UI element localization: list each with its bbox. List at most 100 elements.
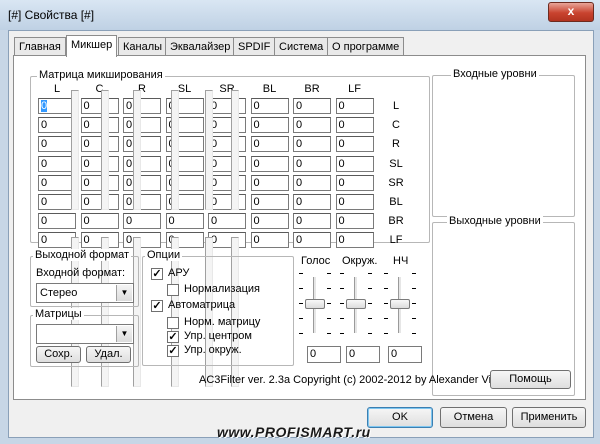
tab-main[interactable]: Главная [14,37,66,56]
matrix-cell-input[interactable]: 0 [250,117,289,134]
matrix-cell-input[interactable]: 0 [38,213,76,230]
matrix-cell-input[interactable]: 0 [165,213,204,230]
matrix-cell-input[interactable]: 0 [335,194,374,210]
center-control-checkbox[interactable]: ✓ [167,331,179,343]
matrix-cell-input[interactable]: 0 [208,117,246,134]
matrix-cell-input[interactable]: 0 [335,117,374,134]
save-matrix-button[interactable]: Сохр. [36,346,81,363]
matrix-cell-input[interactable]: 0 [250,194,289,210]
matrix-row-header: C [392,119,400,132]
matrix-cell-input[interactable]: 0 [123,232,161,249]
auto-matrix-checkbox[interactable]: ✓ [151,300,163,312]
slider-tick-mark [368,273,372,274]
matrices-group: Матрицы ▼ Сохр. Удал. [30,308,139,367]
chevron-down-icon[interactable]: ▼ [116,285,132,301]
matrix-cell-input[interactable]: 0 [208,174,246,191]
matrix-cell-input[interactable]: 0 [293,213,331,230]
surround-gain-label: Окруж. [342,255,378,267]
matrix-cell-input[interactable]: 0 [293,98,331,114]
tab-system[interactable]: Система [274,37,329,56]
matrix-cell-input[interactable]: 0 [293,117,331,134]
chevron-down-icon[interactable]: ▼ [116,326,132,342]
lfe-gain-label: НЧ [393,255,409,267]
matrix-cell-input[interactable]: 0 [335,213,374,230]
matrix-cell-input[interactable]: 0 [123,213,161,230]
level-meter-bar [171,90,179,210]
matrix-cell-input[interactable]: 0 [80,155,119,172]
slider-tick-mark [340,318,344,319]
matrix-row-header: R [392,138,400,151]
matrix-cell-input[interactable]: 0 [208,136,246,153]
matrix-cell-input[interactable]: 0 [80,174,119,191]
matrix-cell-input[interactable]: 0 [293,174,331,191]
surround-control-checkbox[interactable]: ✓ [167,345,179,357]
matrix-row-header: BR [388,215,404,228]
gain-slider-thumb[interactable] [305,299,325,309]
ok-button[interactable]: OK [367,407,433,428]
matrix-cell-input[interactable]: 0 [208,155,246,172]
matrix-cell-input[interactable]: 0 [293,155,331,172]
matrix-cell-input[interactable]: 0 [123,98,161,114]
gain-slider-thumb[interactable] [390,299,410,309]
matrix-cell-input[interactable]: 0 [208,98,246,114]
matrix-cell-input[interactable]: 0 [80,232,119,249]
matrix-cell-input[interactable]: 0 [80,213,119,230]
matrix-row-header: LF [389,234,403,247]
title-bar[interactable]: [#] Свойства [#] x [0,0,600,30]
mix-matrix-title: Матрица микширования [37,69,165,81]
normalize-checkbox[interactable] [167,284,179,296]
slider-tick-mark [368,288,372,289]
tab-equalizer[interactable]: Эквалайзер [165,37,236,56]
matrix-cell-input[interactable]: 0 [293,232,331,249]
matrix-cell-input[interactable]: 0 [293,136,331,153]
voice-gain-input[interactable]: 0 [307,346,341,363]
delete-matrix-button[interactable]: Удал. [86,346,131,363]
matrix-cell-input[interactable]: 0 [80,194,119,210]
matrix-cell-input[interactable]: 0 [335,136,374,153]
matrix-cell-input[interactable]: 0 [208,194,246,210]
matrix-cell-input[interactable]: 0 [208,213,246,230]
tab-mixer[interactable]: Микшер [66,35,118,57]
matrix-column-header: LF [348,83,361,95]
matrix-cell-input[interactable]: 0 [250,232,289,249]
matrix-row-header: L [392,100,400,112]
tab-spdif[interactable]: SPDIF [233,37,276,56]
matrix-cell-input[interactable]: 0 [80,136,119,153]
cancel-button[interactable]: Отмена [440,407,507,428]
tab-about[interactable]: О программе [327,37,405,56]
matrix-cell-input[interactable]: 0 [208,232,246,249]
matrix-cell-input[interactable]: 0 [293,194,331,210]
matrix-cell-input[interactable]: 0 [123,155,161,172]
matrix-cell-input[interactable]: 0 [123,194,161,210]
matrix-cell-input[interactable]: 0 [250,213,289,230]
help-button[interactable]: Помощь [490,370,571,389]
close-button[interactable]: x [548,2,594,22]
apply-button[interactable]: Применить [512,407,586,428]
matrix-cell-input[interactable]: 0 [80,117,119,134]
matrix-cell-input[interactable]: 0 [123,136,161,153]
matrix-cell-input[interactable]: 0 [80,98,119,114]
matrix-cell-input[interactable]: 0 [123,174,161,191]
slider-tick-mark [368,318,372,319]
matrix-cell-input[interactable]: 0 [250,136,289,153]
slider-tick-mark [384,273,388,274]
output-format-select[interactable]: Стерео ▼ [36,283,134,303]
matrix-cell-input[interactable]: 0 [123,117,161,134]
matrix-cell-input[interactable]: 0 [335,155,374,172]
agc-checkbox[interactable]: ✓ [151,268,163,280]
matrix-column-header: R [138,83,146,95]
slider-tick-mark [368,303,372,304]
lfe-gain-input[interactable]: 0 [388,346,422,363]
matrix-cell-input[interactable]: 0 [335,174,374,191]
matrix-cell-input[interactable]: 0 [250,155,289,172]
tab-channels[interactable]: Каналы [118,37,168,56]
gain-slider-thumb[interactable] [346,299,366,309]
norm-matrix-checkbox[interactable] [167,317,179,329]
matrix-cell-input[interactable]: 0 [250,98,289,114]
matrix-preset-select[interactable]: ▼ [36,324,134,344]
surround-gain-input[interactable]: 0 [346,346,380,363]
slider-tick-mark [412,318,416,319]
matrix-cell-input[interactable]: 0 [250,174,289,191]
matrix-cell-input[interactable]: 0 [335,98,374,114]
matrix-cell-input[interactable]: 0 [335,232,374,249]
